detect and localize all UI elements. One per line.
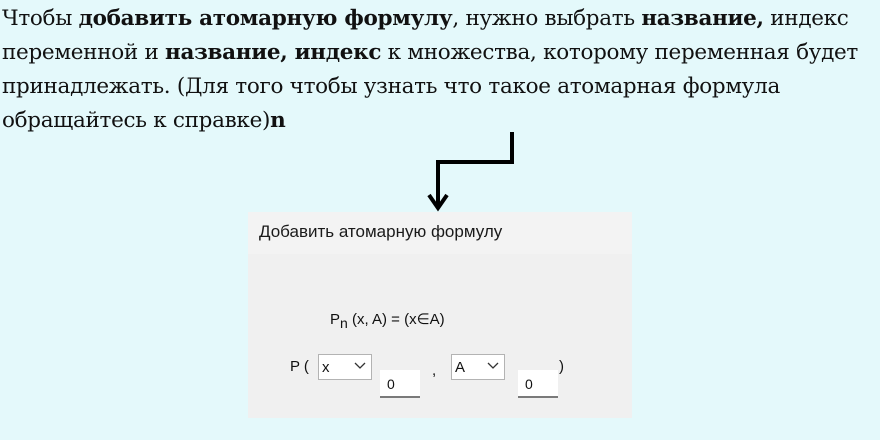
formula-base: P [330, 311, 341, 328]
bent-arrow-down-icon [427, 132, 514, 212]
formula-preview: Pn (x, A) = (x∈A) [330, 310, 445, 331]
variable-select[interactable]: x [318, 354, 372, 380]
dialog-titlebar: Добавить атомарную формулу [248, 212, 632, 254]
add-atomic-formula-dialog: Добавить атомарную формулу Pn (x, A) = (… [248, 212, 632, 418]
variable-select-value: x [322, 359, 330, 376]
help-text-bold: название, [641, 6, 764, 31]
help-text: Чтобы добавить атомарную формулу, нужно … [2, 2, 872, 138]
dialog-title: Добавить атомарную формулу [259, 222, 503, 241]
help-text-bold: n [270, 108, 286, 133]
help-text-bold: название, индекс [165, 40, 382, 65]
formula-rest: (x, A) = (x∈A) [347, 311, 445, 328]
chevron-down-icon [487, 362, 499, 369]
help-text-bold: добавить атомарную формулу [78, 6, 453, 31]
variable-index-input[interactable]: 0 [380, 370, 420, 398]
formula-input-row: P ( x 0 , A 0 ) [248, 354, 632, 404]
help-text-part: , нужно выбрать [452, 6, 642, 31]
formula-subscript: n [340, 315, 348, 331]
set-select[interactable]: A [451, 354, 505, 380]
set-select-value: A [455, 359, 466, 376]
variable-index-value: 0 [387, 376, 395, 392]
closing-paren: ) [559, 358, 564, 375]
predicate-label: P ( [290, 358, 309, 375]
chevron-down-icon [354, 362, 366, 369]
comma-separator: , [432, 362, 437, 379]
set-index-input[interactable]: 0 [518, 370, 558, 398]
help-text-part: Чтобы [2, 6, 79, 31]
set-index-value: 0 [525, 376, 533, 392]
